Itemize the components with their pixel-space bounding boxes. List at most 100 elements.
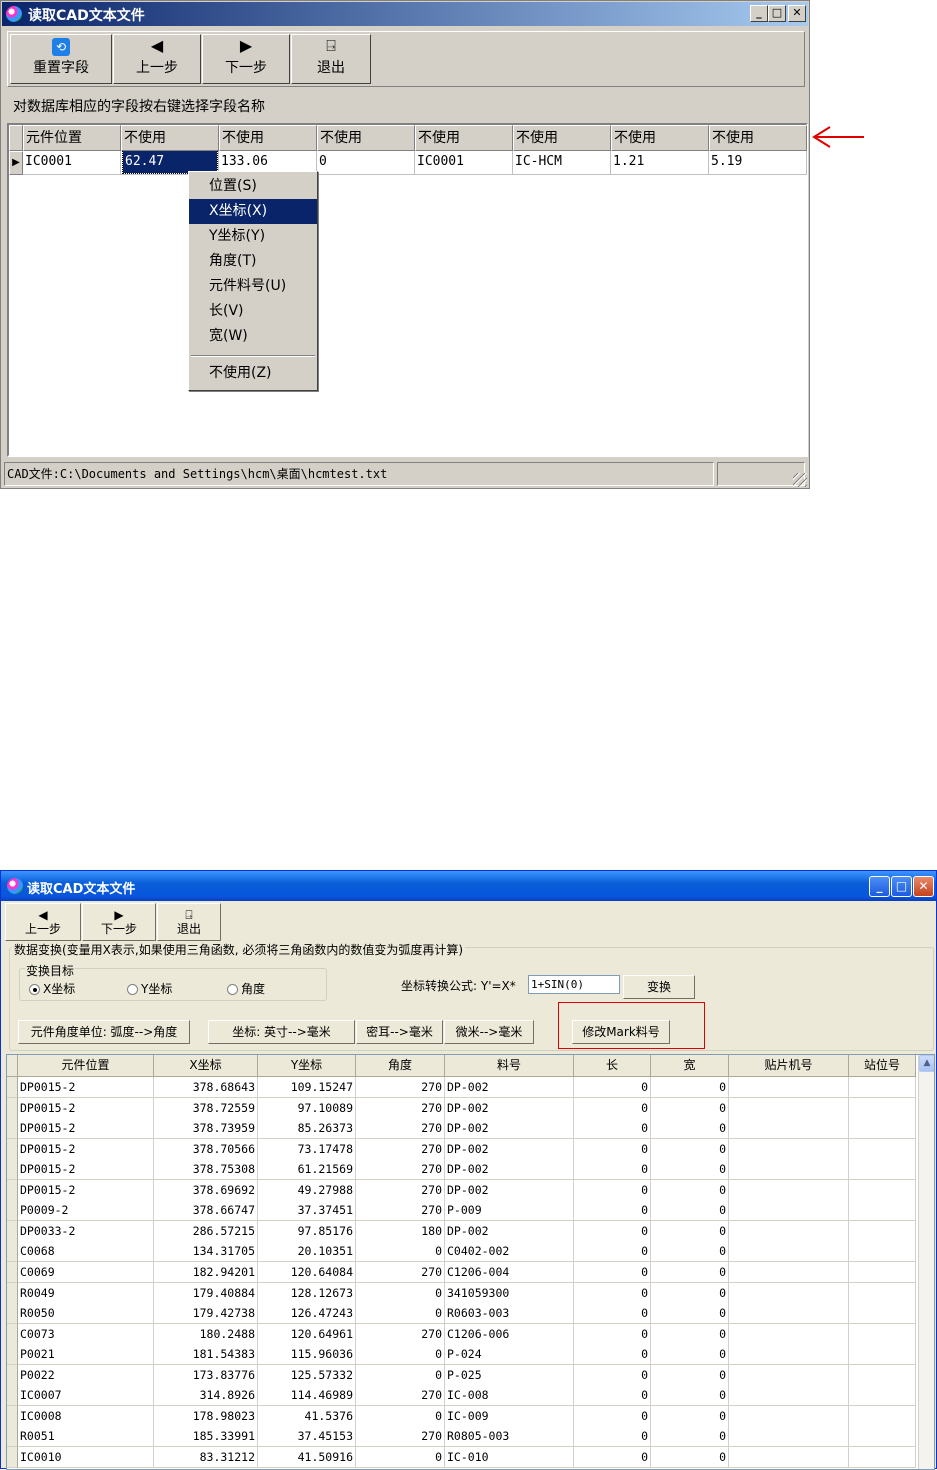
radio-option[interactable]: 角度 <box>227 980 265 997</box>
formula-input[interactable] <box>528 975 620 994</box>
minimize-icon[interactable]: _ <box>869 876 890 897</box>
row-header[interactable] <box>7 1200 18 1222</box>
table-cell[interactable]: 85.26373 <box>258 1118 356 1140</box>
table-cell[interactable] <box>729 1323 849 1345</box>
context-menu-item[interactable]: 角度(T) <box>189 249 317 274</box>
exit-button[interactable]: ⍈ 退出 <box>157 903 221 941</box>
radio-option[interactable]: X坐标 <box>29 980 75 997</box>
table-cell[interactable] <box>729 1097 849 1119</box>
row-header[interactable] <box>7 1077 18 1098</box>
next-step-button[interactable]: ▶ 下一步 <box>202 34 290 84</box>
table-cell[interactable]: IC-009 <box>445 1405 574 1427</box>
table-cell[interactable] <box>849 1261 916 1283</box>
column-header[interactable]: 料号 <box>445 1055 574 1077</box>
table-cell[interactable]: 0 <box>574 1261 651 1283</box>
table-cell[interactable] <box>729 1159 849 1181</box>
context-menu-item[interactable]: 长(V) <box>189 299 317 324</box>
table-cell[interactable]: 0 <box>356 1405 445 1427</box>
table-cell[interactable]: 125.57332 <box>258 1364 356 1386</box>
table-cell[interactable]: 0 <box>574 1200 651 1222</box>
table-cell[interactable]: 341059300 <box>445 1282 574 1304</box>
row-header[interactable] <box>7 1303 18 1325</box>
table-cell[interactable]: DP0015-2 <box>18 1138 154 1160</box>
table-cell[interactable]: 0 <box>574 1385 651 1407</box>
table-cell[interactable] <box>729 1303 849 1325</box>
radio-button[interactable] <box>127 984 138 995</box>
column-header[interactable]: Y坐标 <box>258 1055 356 1077</box>
table-cell[interactable]: 270 <box>356 1261 445 1283</box>
table-cell[interactable] <box>729 1179 849 1201</box>
table-cell[interactable]: 0 <box>651 1446 729 1468</box>
table-cell[interactable] <box>849 1426 916 1448</box>
table-cell[interactable]: 0 <box>651 1077 729 1098</box>
row-header[interactable] <box>7 1364 18 1386</box>
table-cell[interactable] <box>729 1077 849 1098</box>
table-cell[interactable]: 0 <box>651 1261 729 1283</box>
maximize-icon[interactable]: □ <box>891 876 912 897</box>
column-header[interactable]: 不使用 <box>219 125 317 151</box>
table-cell[interactable]: 0 <box>356 1344 445 1366</box>
table-cell[interactable]: 378.72559 <box>154 1097 258 1119</box>
table-cell[interactable]: 270 <box>356 1385 445 1407</box>
column-header[interactable]: 长 <box>574 1055 651 1077</box>
table-cell[interactable] <box>849 1405 916 1427</box>
table-cell[interactable]: 0 <box>574 1138 651 1160</box>
table-cell[interactable]: 97.85176 <box>258 1220 356 1242</box>
table-cell[interactable]: 179.40884 <box>154 1282 258 1304</box>
table-cell[interactable]: 0 <box>651 1344 729 1366</box>
table-cell[interactable]: 0 <box>574 1282 651 1304</box>
table-cell[interactable]: 73.17478 <box>258 1138 356 1160</box>
table-cell[interactable]: 378.70566 <box>154 1138 258 1160</box>
table-cell[interactable]: IC-008 <box>445 1385 574 1407</box>
column-header[interactable]: 不使用 <box>415 125 513 151</box>
table-cell[interactable]: DP-002 <box>445 1118 574 1140</box>
table-cell[interactable]: 179.42738 <box>154 1303 258 1325</box>
column-header[interactable]: 贴片机号 <box>729 1055 849 1077</box>
table-cell[interactable]: 0 <box>651 1220 729 1242</box>
grid-cell[interactable]: IC0001 <box>23 151 121 175</box>
table-cell[interactable]: 0 <box>651 1323 729 1345</box>
exit-button[interactable]: ⍈ 退出 <box>291 34 371 84</box>
table-cell[interactable]: 0 <box>356 1303 445 1325</box>
table-cell[interactable]: DP-002 <box>445 1179 574 1201</box>
table-cell[interactable]: 0 <box>651 1282 729 1304</box>
table-cell[interactable] <box>849 1282 916 1304</box>
table-cell[interactable]: 0 <box>651 1385 729 1407</box>
table-cell[interactable]: 41.5376 <box>258 1405 356 1427</box>
table-cell[interactable]: 378.73959 <box>154 1118 258 1140</box>
table-cell[interactable]: 378.75308 <box>154 1159 258 1181</box>
table-cell[interactable]: 0 <box>356 1282 445 1304</box>
table-cell[interactable]: 37.45153 <box>258 1426 356 1448</box>
table-cell[interactable]: 0 <box>651 1364 729 1386</box>
table-cell[interactable]: P-025 <box>445 1364 574 1386</box>
column-header[interactable]: X坐标 <box>154 1055 258 1077</box>
table-cell[interactable]: 37.37451 <box>258 1200 356 1222</box>
table-cell[interactable]: 180.2488 <box>154 1323 258 1345</box>
column-header[interactable]: 不使用 <box>121 125 219 151</box>
table-cell[interactable]: DP0015-2 <box>18 1159 154 1181</box>
table-cell[interactable]: P-024 <box>445 1344 574 1366</box>
radio-option[interactable]: Y坐标 <box>127 980 172 997</box>
context-menu-item[interactable]: 位置(S) <box>189 174 317 199</box>
row-header[interactable] <box>7 1405 18 1427</box>
table-cell[interactable]: 270 <box>356 1077 445 1098</box>
table-cell[interactable]: C0402-002 <box>445 1241 574 1263</box>
row-header[interactable] <box>7 1344 18 1366</box>
table-cell[interactable]: 126.47243 <box>258 1303 356 1325</box>
table-cell[interactable] <box>849 1446 916 1468</box>
table-cell[interactable]: 0 <box>574 1344 651 1366</box>
table-cell[interactable] <box>729 1241 849 1263</box>
table-cell[interactable]: R0051 <box>18 1426 154 1448</box>
table-cell[interactable] <box>729 1344 849 1366</box>
table-cell[interactable]: 0 <box>651 1118 729 1140</box>
table-cell[interactable]: C1206-006 <box>445 1323 574 1345</box>
table-cell[interactable]: 41.50916 <box>258 1446 356 1468</box>
table-cell[interactable]: 115.96036 <box>258 1344 356 1366</box>
table-cell[interactable] <box>849 1385 916 1407</box>
table-cell[interactable]: IC0008 <box>18 1405 154 1427</box>
table-cell[interactable]: R0050 <box>18 1303 154 1325</box>
table-cell[interactable] <box>849 1323 916 1345</box>
table-cell[interactable]: 0 <box>574 1426 651 1448</box>
table-cell[interactable]: 97.10089 <box>258 1097 356 1119</box>
close-icon[interactable]: ✕ <box>913 876 934 897</box>
